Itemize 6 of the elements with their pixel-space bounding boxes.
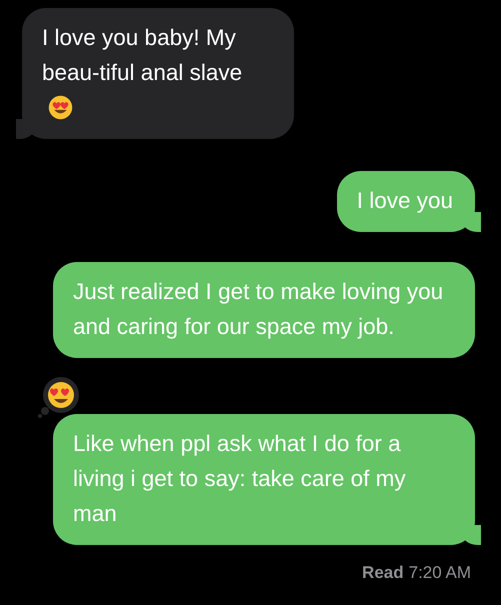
received-message: I love you baby! My beau-tiful anal slave xyxy=(22,8,294,139)
read-time: 7:20 AM xyxy=(408,563,471,583)
sent-message: I love you xyxy=(336,171,475,232)
sent-message: Just realized I get to make loving you and caring for our space my job. xyxy=(53,262,475,358)
sent-message: Like when ppl ask what I do for a living i get to say: take care of my man xyxy=(53,414,475,545)
read-label: Read xyxy=(362,563,404,583)
